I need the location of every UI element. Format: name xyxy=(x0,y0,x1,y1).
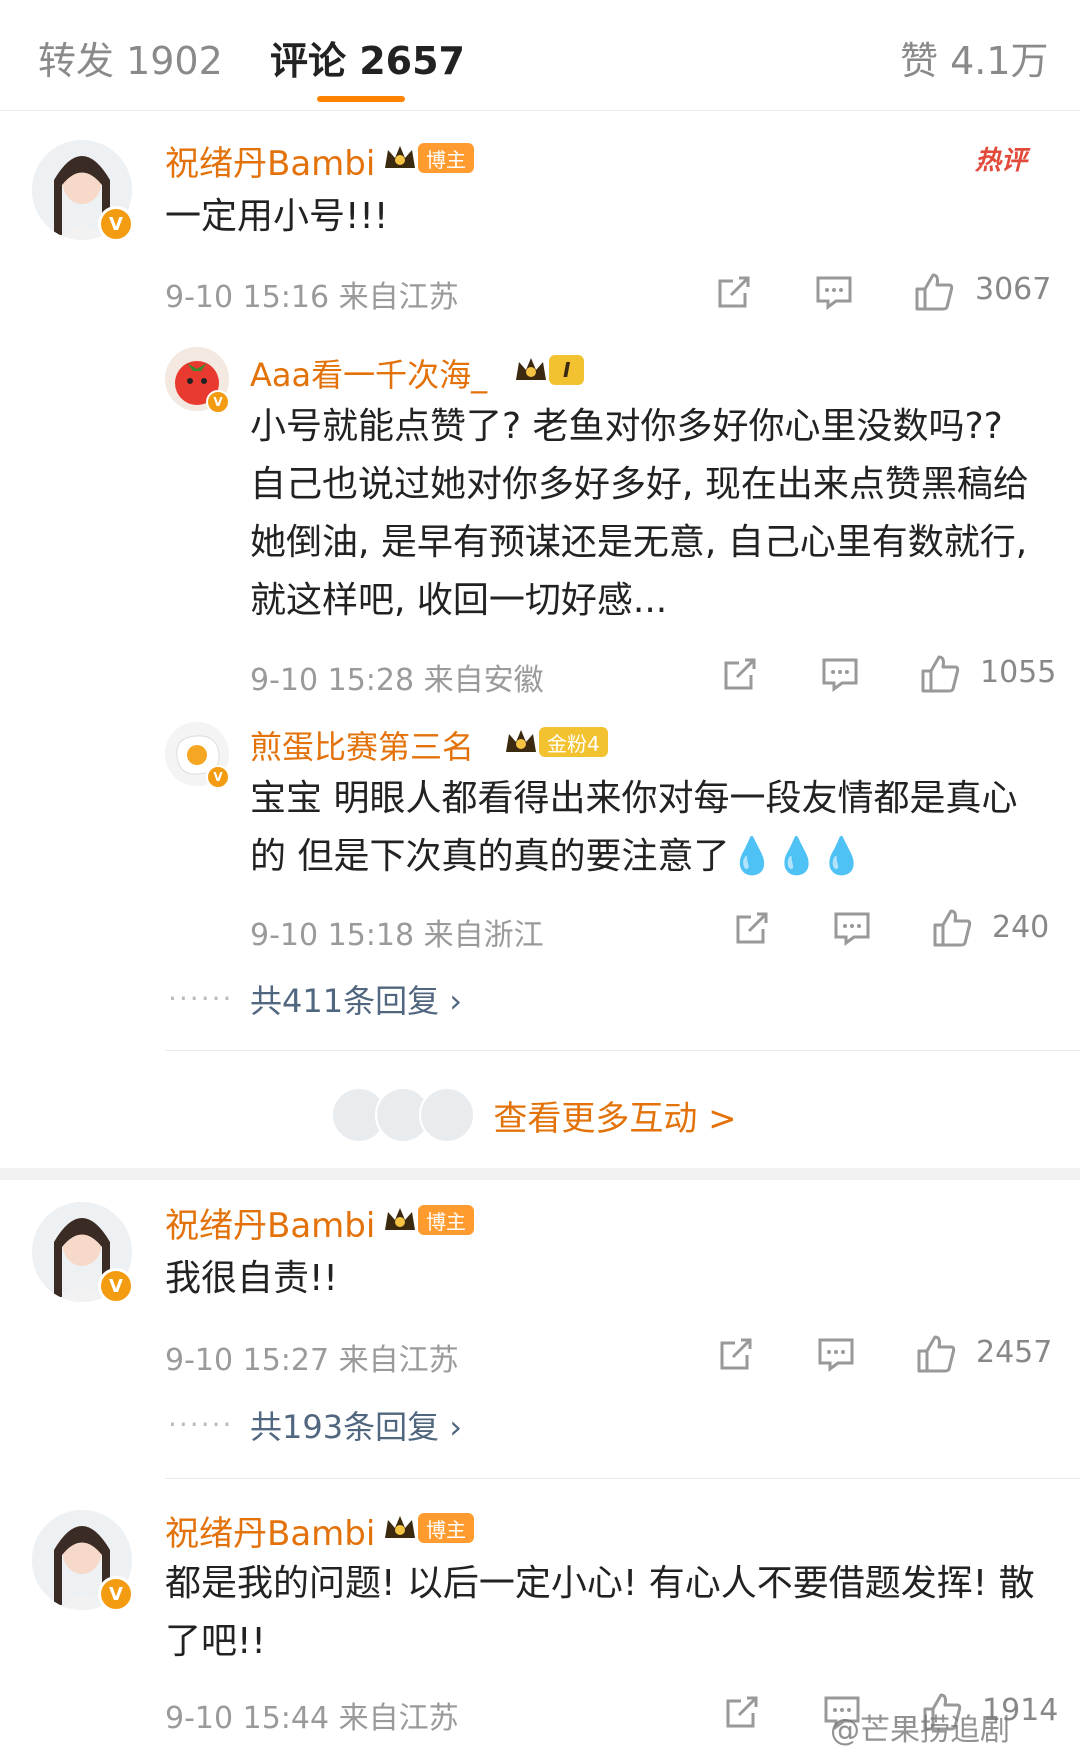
comment-text: 一定用小号!!! xyxy=(165,196,389,237)
crown-icon xyxy=(385,1208,415,1230)
more-interactions-row[interactable]: 查看更多互动 > xyxy=(0,1080,1080,1150)
replies-dots: ······ xyxy=(168,982,234,1015)
share-icon[interactable] xyxy=(720,1690,764,1734)
share-icon[interactable] xyxy=(714,1332,758,1376)
tab-bar: 转发 1902 评论 2657 赞 4.1万 xyxy=(0,0,1080,111)
mini-avatar xyxy=(419,1087,476,1143)
share-icon[interactable] xyxy=(718,652,762,696)
username[interactable]: Aaa看一千次海_ xyxy=(250,350,487,396)
user-badge: 博主 xyxy=(382,140,474,176)
user-badge: I xyxy=(513,352,585,388)
like-icon[interactable] xyxy=(930,906,974,950)
divider xyxy=(165,1050,1080,1051)
like-icon[interactable] xyxy=(912,270,956,314)
blogger-tag: 博主 xyxy=(418,1205,474,1235)
comment-text: 我很自责!! xyxy=(165,1258,338,1299)
reply-text: 宝宝 明眼人都看得出来你对每一段友情都是真心的 但是下次真的真的要注意了💧💧💧 xyxy=(250,778,1018,877)
like-count: 1055 xyxy=(980,655,1057,690)
user-badge: 博主 xyxy=(382,1510,474,1546)
comment-icon[interactable] xyxy=(830,906,874,950)
share-icon[interactable] xyxy=(712,270,756,314)
comment-meta: 9-10 15:27 来自江苏 xyxy=(165,1343,459,1378)
username[interactable]: 祝绪丹Bambi xyxy=(165,136,375,185)
crown-icon xyxy=(516,358,546,380)
like-icon[interactable] xyxy=(914,1332,958,1376)
crown-icon xyxy=(506,730,536,752)
reply-meta: 9-10 15:28 来自安徽 xyxy=(250,663,544,698)
tab-repost[interactable]: 转发 1902 xyxy=(38,30,223,85)
comment-meta: 9-10 15:44 来自江苏 xyxy=(165,1701,459,1736)
user-badge: 金粉4 xyxy=(503,724,608,760)
comment-text: 都是我的问题! 以后一定小心! 有心人不要借题发挥! 散了吧!! xyxy=(165,1563,1035,1662)
replies-dots: ······ xyxy=(168,1408,234,1441)
like-count: 2457 xyxy=(976,1335,1053,1370)
watermark: @芒果捞追剧 xyxy=(830,1713,1010,1748)
section-separator xyxy=(0,1168,1080,1180)
level-tag: I xyxy=(549,355,585,385)
like-icon[interactable] xyxy=(918,652,962,696)
comment-icon[interactable] xyxy=(818,652,862,696)
mini-avatar-stack xyxy=(331,1087,476,1143)
share-icon[interactable] xyxy=(730,906,774,950)
comment-icon[interactable] xyxy=(812,270,856,314)
comment-icon[interactable] xyxy=(814,1332,858,1376)
username[interactable]: 祝绪丹Bambi xyxy=(165,1506,375,1555)
comment-meta: 9-10 15:16 来自江苏 xyxy=(165,280,459,315)
fan-level-tag: 金粉4 xyxy=(539,727,608,757)
view-replies-link[interactable]: 共411条回复 › xyxy=(250,976,462,1022)
tab-likes[interactable]: 赞 4.1万 xyxy=(900,30,1049,85)
verified-badge-icon: V xyxy=(98,206,134,242)
like-count: 240 xyxy=(992,910,1050,945)
tab-comments[interactable]: 评论 2657 xyxy=(270,30,465,85)
verified-badge-icon: V xyxy=(206,390,230,414)
verified-badge-icon: V xyxy=(98,1268,134,1304)
crown-icon xyxy=(385,1516,415,1538)
divider xyxy=(165,1478,1080,1479)
reply-meta: 9-10 15:18 来自浙江 xyxy=(250,918,544,953)
username[interactable]: 祝绪丹Bambi xyxy=(165,1198,375,1247)
more-interactions-link[interactable]: 查看更多互动 > xyxy=(493,1091,736,1140)
verified-badge-icon: V xyxy=(206,765,230,789)
hot-comment-label: 热评 xyxy=(975,146,1028,176)
user-badge: 博主 xyxy=(382,1202,474,1238)
blogger-tag: 博主 xyxy=(418,1513,474,1543)
active-tab-indicator xyxy=(317,96,405,102)
reply-text: 小号就能点赞了? 老鱼对你多好你心里没数吗?? 自己也说过她对你多好多好, 现在… xyxy=(250,406,1029,621)
username[interactable]: 煎蛋比赛第三名 xyxy=(250,722,474,768)
blogger-tag: 博主 xyxy=(418,143,474,173)
crown-icon xyxy=(385,146,415,168)
view-replies-link[interactable]: 共193条回复 › xyxy=(250,1402,462,1448)
verified-badge-icon: V xyxy=(98,1576,134,1612)
like-count: 3067 xyxy=(975,272,1052,307)
